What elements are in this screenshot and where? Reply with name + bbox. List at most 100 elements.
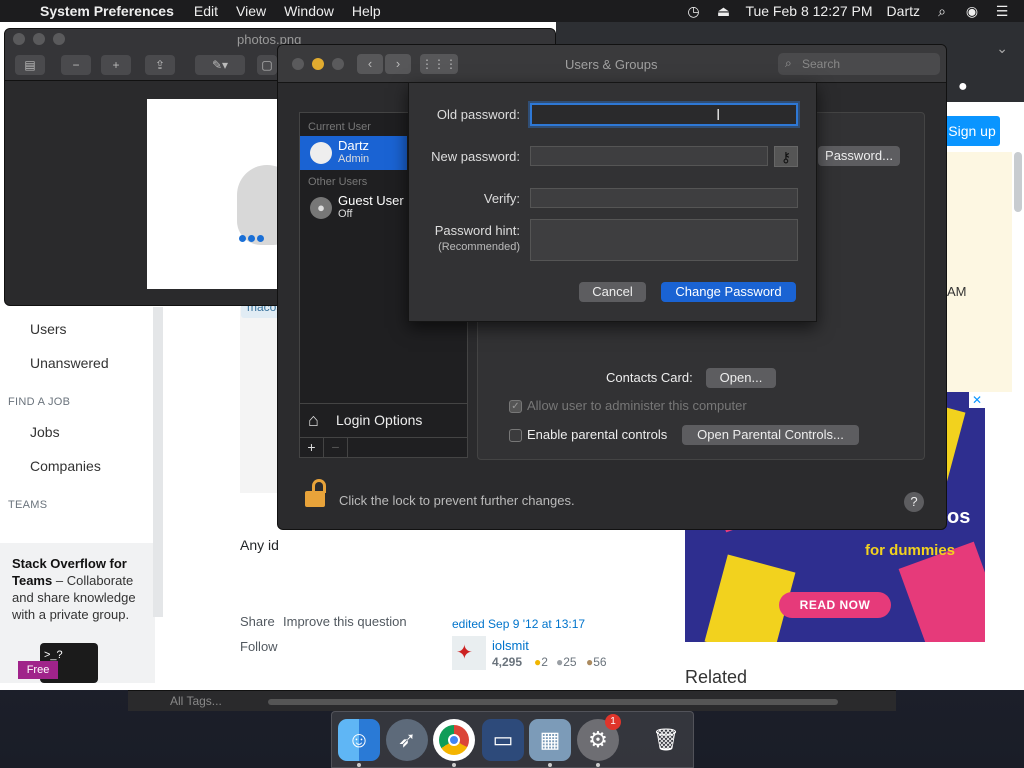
bronze-badges: ●56 xyxy=(586,655,607,669)
house-icon: ⌂ xyxy=(308,410,319,430)
menu-edit[interactable]: Edit xyxy=(194,3,218,19)
app-menu[interactable]: System Preferences xyxy=(40,3,174,19)
sidebar-toggle-icon[interactable]: ▤ xyxy=(15,55,45,75)
eject-icon[interactable]: ⏏ xyxy=(715,3,731,19)
remove-user-button[interactable]: − xyxy=(324,438,348,458)
chrome-icon[interactable] xyxy=(433,719,475,761)
running-indicator xyxy=(596,763,600,767)
login-options-row[interactable]: ⌂ Login Options xyxy=(300,403,467,437)
nav-jobs[interactable]: Jobs xyxy=(30,424,60,440)
section-teams: TEAMS xyxy=(8,499,48,511)
change-password-button[interactable]: Password... xyxy=(818,146,900,166)
help-button[interactable]: ? xyxy=(904,492,924,512)
sidebar-notice: AM xyxy=(946,152,1012,392)
window-title: Users & Groups xyxy=(565,57,658,72)
guest-avatar-icon: ● xyxy=(310,197,332,219)
user-role: Admin xyxy=(338,153,370,165)
image-placeholder xyxy=(240,307,280,493)
close-button[interactable] xyxy=(292,58,304,70)
minimize-button[interactable] xyxy=(33,33,45,45)
open-contacts-button[interactable]: Open... xyxy=(706,368,776,388)
loading-dots-icon xyxy=(239,235,264,242)
verify-field[interactable] xyxy=(530,188,798,208)
edited-link[interactable]: edited Sep 9 '12 at 13:17 xyxy=(452,617,585,631)
notification-center-icon[interactable]: ☰ xyxy=(994,3,1010,19)
silver-badges: ●25 xyxy=(556,655,577,669)
menu-extras: ◷ ⏏ Tue Feb 8 12:27 PM Dartz ⌕ ◉ ☰ xyxy=(685,3,1024,19)
launchpad-icon[interactable]: ➶ xyxy=(386,719,428,761)
clock[interactable]: Tue Feb 8 12:27 PM xyxy=(745,3,872,19)
new-password-label: New password: xyxy=(431,149,520,164)
menu-view[interactable]: View xyxy=(236,3,266,19)
zoom-out-icon[interactable]: − xyxy=(61,55,91,75)
change-password-confirm-button[interactable]: Change Password xyxy=(661,282,796,302)
ad-ops-text: os xyxy=(947,506,971,528)
back-arrow-icon[interactable]: ‹ xyxy=(357,54,383,74)
time-machine-icon[interactable]: ◷ xyxy=(685,3,701,19)
show-all-grid-icon[interactable]: ⋮⋮⋮ xyxy=(420,54,458,74)
related-heading: Related xyxy=(685,667,748,687)
ad-close-icon[interactable]: ✕ xyxy=(969,392,985,408)
all-tags-text: All Tags... xyxy=(170,694,222,708)
spotlight-search-icon[interactable]: ⌕ xyxy=(934,3,950,19)
siri-icon[interactable]: ◉ xyxy=(964,3,980,19)
nav-companies[interactable]: Companies xyxy=(30,458,101,474)
screen-sharing-icon[interactable]: ▭ xyxy=(482,719,524,761)
share-link[interactable]: Share xyxy=(240,614,275,629)
verify-label: Verify: xyxy=(483,191,520,206)
chevron-down-icon[interactable]: ⌄ xyxy=(996,40,1008,57)
finder-icon[interactable]: ☺ xyxy=(338,719,380,761)
left-scrollbar[interactable] xyxy=(153,307,163,617)
follow-link[interactable]: Follow xyxy=(240,639,278,654)
nav-unanswered[interactable]: Unanswered xyxy=(30,355,109,371)
search-input[interactable]: ⌕ Search xyxy=(778,53,940,75)
gold-count: 2 xyxy=(541,655,548,669)
lock-icon[interactable] xyxy=(305,479,329,509)
current-user-header: Current User xyxy=(308,121,371,133)
contacts-card-label: Contacts Card: xyxy=(606,370,693,385)
hint-field[interactable] xyxy=(530,219,798,261)
markup-pen-icon[interactable]: ✎▾ xyxy=(195,55,245,75)
improve-link[interactable]: Improve this question xyxy=(283,614,407,629)
share-icon[interactable]: ⇪ xyxy=(145,55,175,75)
image-canvas xyxy=(147,99,297,289)
author-avatar[interactable]: ✦ xyxy=(452,636,486,670)
zoom-in-icon[interactable]: + xyxy=(101,55,131,75)
allow-admin-checkbox[interactable]: ✓ xyxy=(509,400,522,413)
text-cursor-icon: I xyxy=(716,107,721,124)
update-badge: 1 xyxy=(605,714,621,730)
user-row-dartz[interactable]: Dartz Admin xyxy=(300,136,407,170)
open-parental-controls-button[interactable]: Open Parental Controls... xyxy=(682,425,859,445)
horizontal-scrollbar[interactable] xyxy=(268,699,838,705)
forward-arrow-icon[interactable]: › xyxy=(385,54,411,74)
minimize-button[interactable] xyxy=(312,58,324,70)
parental-controls-checkbox[interactable] xyxy=(509,429,522,442)
mascot-icon: ✦ xyxy=(456,642,473,664)
trash-icon[interactable]: 🗑 xyxy=(645,719,687,761)
zoom-button[interactable] xyxy=(53,33,65,45)
nav-users[interactable]: Users xyxy=(30,321,67,337)
password-assistant-key-icon[interactable]: ⚷ xyxy=(774,146,798,167)
user-icon[interactable]: ● xyxy=(958,78,982,102)
add-user-button[interactable]: + xyxy=(300,438,324,458)
signup-button[interactable]: Sign up xyxy=(944,116,1000,146)
read-now-button[interactable]: READ NOW xyxy=(779,592,891,618)
scrollbar[interactable] xyxy=(1014,152,1022,212)
new-password-field[interactable] xyxy=(530,146,768,166)
old-password-field[interactable] xyxy=(530,103,798,126)
close-button[interactable] xyxy=(13,33,25,45)
question-text: Any id xyxy=(240,537,279,553)
fast-user-switch[interactable]: Dartz xyxy=(887,3,920,19)
zoom-button[interactable] xyxy=(332,58,344,70)
rotate-icon[interactable]: ▢ xyxy=(257,55,277,75)
add-remove-bar: + − xyxy=(300,437,467,458)
preview-app-icon[interactable]: ▦ xyxy=(529,719,571,761)
menu-help[interactable]: Help xyxy=(352,3,381,19)
free-badge: Free xyxy=(18,661,58,679)
author-name[interactable]: iolsmit xyxy=(492,638,529,653)
menu-window[interactable]: Window xyxy=(284,3,334,19)
cancel-button[interactable]: Cancel xyxy=(579,282,646,302)
silver-count: 25 xyxy=(563,655,577,669)
search-icon: ⌕ xyxy=(785,56,792,70)
change-password-sheet: Old password: I New password: ⚷ Verify: … xyxy=(408,82,817,322)
